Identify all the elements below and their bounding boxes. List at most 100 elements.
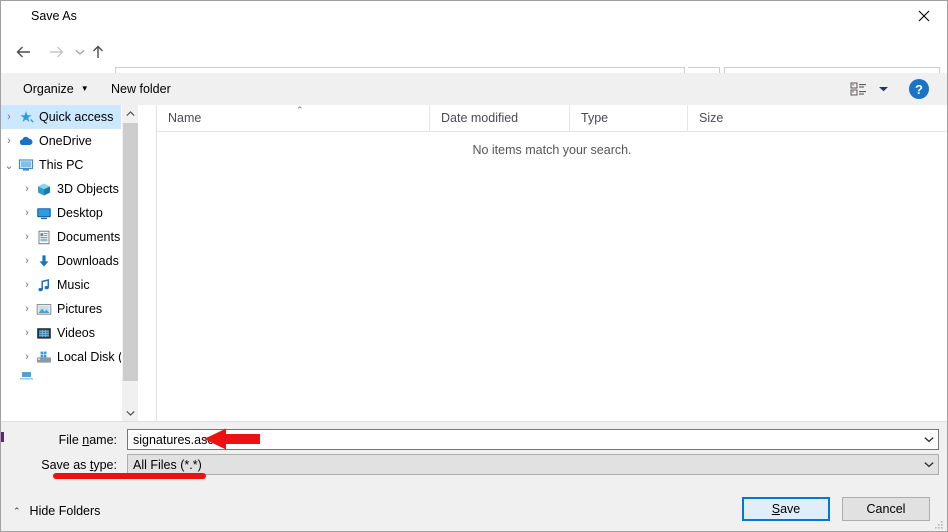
title-bar: Save As: [1, 1, 947, 31]
dialog-footer: File name: signatures.asc Save as type: …: [1, 421, 947, 531]
chevron-right-icon[interactable]: ›: [19, 303, 35, 315]
folder-tree: › Quick access › OneDrive ⌄ This PC › 3D Object…: [1, 105, 138, 369]
sidebar-item-documents[interactable]: › Documents: [1, 225, 138, 249]
resize-grip[interactable]: [932, 518, 944, 530]
column-label: Size: [699, 111, 724, 125]
new-folder-label: New folder: [111, 82, 171, 96]
network-icon: [17, 368, 35, 384]
organize-button[interactable]: Organize ▼: [15, 73, 97, 105]
sidebar-item-quick-access[interactable]: › Quick access: [1, 105, 138, 129]
sidebar-item-this-pc[interactable]: ⌄ This PC: [1, 153, 138, 177]
chevron-right-icon[interactable]: ›: [19, 207, 35, 219]
scroll-down-button[interactable]: [122, 404, 138, 421]
column-label: Name: [168, 111, 202, 125]
organize-label: Organize: [23, 82, 74, 96]
hide-folders-button[interactable]: ⌃ Hide Folders: [13, 500, 100, 522]
save-as-type-dropdown-button[interactable]: [920, 455, 938, 474]
cancel-button[interactable]: Cancel: [842, 497, 930, 521]
sort-ascending-icon: ⌃: [296, 105, 304, 115]
music-note-icon: [35, 277, 53, 293]
command-bar: Organize ▼ New folder ?: [1, 73, 947, 106]
help-button[interactable]: ?: [909, 79, 929, 99]
arrow-up-icon: [93, 45, 103, 58]
sidebar-item-label: Quick access: [39, 110, 114, 124]
scroll-up-button[interactable]: [122, 105, 138, 122]
up-button[interactable]: [83, 35, 113, 69]
sidebar-item-pictures[interactable]: › Pictures: [1, 297, 138, 321]
label-part: ame:: [89, 433, 117, 447]
sidebar-item-videos[interactable]: › Videos: [1, 321, 138, 345]
navigation-pane: › Quick access › OneDrive ⌄ This PC › 3D Object…: [1, 105, 138, 421]
cancel-label: Cancel: [866, 502, 906, 516]
chevron-right-icon[interactable]: ›: [19, 183, 35, 195]
chevron-right-icon[interactable]: ›: [1, 111, 17, 123]
chevron-down-icon: ▼: [80, 84, 89, 93]
column-header-size[interactable]: Size: [687, 105, 777, 131]
sidebar-item-3d-objects[interactable]: › 3D Objects: [1, 177, 138, 201]
file-list-pane: Name ⌃ Date modified Type Size No items …: [157, 105, 947, 421]
new-folder-button[interactable]: New folder: [103, 73, 179, 105]
file-name-input[interactable]: signatures.asc: [127, 429, 939, 450]
chevron-down-icon: [878, 87, 888, 92]
chevron-right-icon[interactable]: ›: [19, 327, 35, 339]
sidebar-item-label: OneDrive: [39, 134, 92, 148]
chevron-right-icon[interactable]: ›: [19, 351, 35, 363]
save-as-type-label: Save as type:: [1, 458, 117, 472]
view-options-dropdown[interactable]: [873, 77, 893, 101]
sidebar-item-label: Downloads: [57, 254, 119, 268]
save-as-type-value: All Files (*.*): [133, 457, 202, 472]
column-label: Date modified: [441, 111, 519, 125]
arrow-right-icon: [50, 46, 64, 58]
save-as-type-select[interactable]: All Files (*.*): [127, 454, 939, 475]
document-icon: [35, 229, 53, 245]
chevron-right-icon[interactable]: ›: [19, 279, 35, 291]
sidebar-item-label: Pictures: [57, 302, 103, 316]
view-layout-icon: [850, 82, 866, 96]
sidebar-item-label: Videos: [57, 326, 95, 340]
help-label: ?: [915, 81, 923, 97]
monitor-icon: [17, 157, 35, 173]
back-button[interactable]: [9, 35, 39, 69]
video-film-icon: [35, 325, 53, 341]
edge-marker: [1, 432, 4, 442]
chevron-down-icon[interactable]: ⌄: [1, 159, 17, 172]
tree-item-partial[interactable]: [1, 369, 138, 383]
chevron-down-icon: [924, 437, 934, 443]
arrow-left-icon: [16, 46, 30, 58]
column-header-date-modified[interactable]: Date modified: [429, 105, 569, 131]
sidebar-item-label: Desktop: [57, 206, 103, 220]
chevron-up-icon: [126, 110, 135, 116]
forward-button[interactable]: [41, 35, 71, 69]
column-label: Type: [581, 111, 609, 125]
sidebar-scrollbar[interactable]: [121, 105, 138, 421]
save-as-dialog: Save As Organize ▼ New folder ? › Quick …: [0, 0, 948, 532]
sidebar-item-desktop[interactable]: › Desktop: [1, 201, 138, 225]
sidebar-item-label: 3D Objects: [57, 182, 119, 196]
sidebar-item-downloads[interactable]: › Downloads: [1, 249, 138, 273]
navigation-bar: › This PC › Desktop › ColdCard Seed XOR …: [1, 31, 947, 95]
close-button[interactable]: [901, 1, 947, 31]
sidebar-item-onedrive[interactable]: › OneDrive: [1, 129, 138, 153]
file-name-dropdown-button[interactable]: [920, 430, 938, 449]
chevron-right-icon[interactable]: ›: [1, 135, 17, 147]
cloud-icon: [17, 133, 35, 149]
scrollbar-thumb[interactable]: [123, 123, 138, 381]
file-name-label: File name:: [1, 433, 117, 447]
label-part: ype:: [93, 458, 117, 472]
chevron-right-icon[interactable]: ›: [19, 255, 35, 267]
file-name-value: signatures.asc: [133, 432, 214, 447]
hide-folders-label: Hide Folders: [29, 504, 101, 518]
column-header-type[interactable]: Type: [569, 105, 687, 131]
label-part: File: [58, 433, 83, 447]
close-icon: [918, 10, 930, 22]
column-header-name[interactable]: Name ⌃: [157, 105, 429, 131]
view-options-button[interactable]: [846, 77, 872, 101]
sidebar-item-label: Music: [57, 278, 90, 292]
sidebar-item-local-disk-c[interactable]: › Local Disk (C:): [1, 345, 138, 369]
star-pin-icon: [17, 109, 35, 125]
chevron-right-icon[interactable]: ›: [19, 231, 35, 243]
label-part: Save as: [41, 458, 90, 472]
sidebar-item-music[interactable]: › Music: [1, 273, 138, 297]
save-button[interactable]: Save: [742, 497, 830, 521]
desktop-icon: [35, 205, 53, 221]
